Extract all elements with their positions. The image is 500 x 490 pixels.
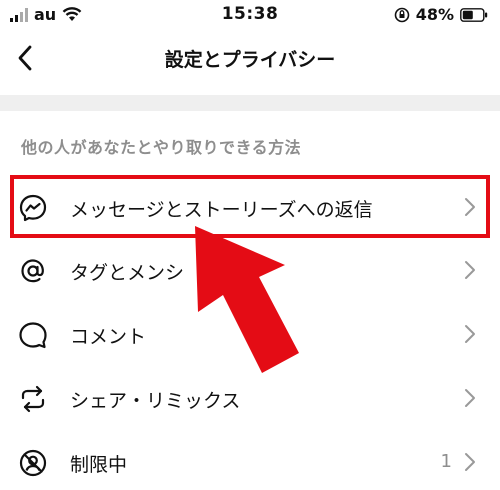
messenger-icon — [18, 193, 48, 223]
status-right: 48% — [394, 5, 488, 24]
at-sign-icon — [18, 256, 48, 286]
page-title: 設定とプライバシー — [164, 49, 336, 71]
comment-icon — [18, 320, 48, 350]
row-sharing-remix[interactable]: シェア・リミックス — [0, 370, 500, 426]
row-comments[interactable]: コメント — [0, 306, 500, 362]
battery-percent: 48% — [415, 5, 454, 24]
row-tags-mentions[interactable]: タグとメンシ — [0, 242, 500, 298]
row-restricted[interactable]: 制限中 1 — [0, 434, 500, 490]
restricted-count: 1 — [440, 451, 452, 472]
section-header: 他の人があなたとやり取りできる方法 — [21, 138, 302, 157]
row-label: コメント — [70, 326, 147, 348]
row-label: シェア・リミックス — [70, 390, 241, 412]
share-remix-icon — [18, 384, 48, 414]
row-label: タグとメンシ — [70, 262, 185, 284]
chevron-right-icon — [465, 453, 475, 471]
chevron-right-icon — [465, 389, 475, 407]
navigation-bar: 設定とプライバシー — [0, 30, 500, 85]
orientation-lock-icon — [394, 7, 410, 22]
chevron-right-icon — [465, 261, 475, 279]
chevron-right-icon — [465, 325, 475, 343]
section-divider — [0, 95, 500, 111]
row-messages-story-replies[interactable]: メッセージとストーリーズへの返信 — [0, 179, 500, 235]
row-label: 制限中 — [70, 454, 128, 476]
chevron-right-icon — [465, 198, 475, 216]
battery-icon — [460, 7, 488, 22]
status-bar: au 15:38 48% — [0, 0, 500, 30]
row-label: メッセージとストーリーズへの返信 — [70, 199, 373, 221]
restricted-icon — [18, 448, 48, 478]
